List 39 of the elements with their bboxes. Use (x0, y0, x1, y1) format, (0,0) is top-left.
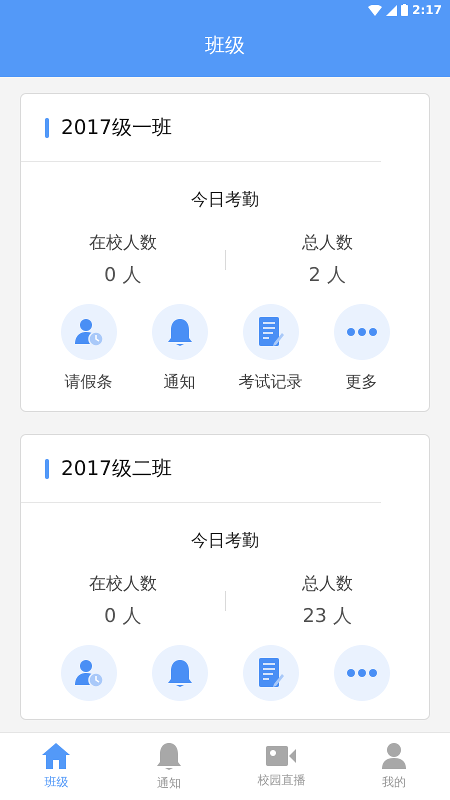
tab-item[interactable]: 通知 (112, 733, 225, 800)
action-label: 通知 (164, 372, 196, 393)
stat-value: 2 人 (308, 263, 346, 288)
person-clock-icon (74, 317, 104, 347)
stat-label: 总人数 (302, 573, 353, 595)
action-label: 请假条 (64, 372, 112, 393)
stat-label: 总人数 (302, 232, 353, 254)
stat-label: 在校人数 (88, 232, 157, 254)
class-name: 2017级二班 (61, 455, 172, 482)
more-icon (346, 668, 378, 678)
battery-icon (401, 4, 408, 16)
stat-label: 在校人数 (88, 573, 157, 595)
tab-item[interactable]: 班级 (0, 733, 112, 800)
video-camera-icon (265, 744, 298, 768)
bell-icon (154, 741, 183, 771)
stat-value: 23 人 (302, 604, 352, 629)
status-time: 2:17 (412, 3, 442, 17)
title-accent-bar (45, 118, 49, 138)
person-icon (380, 742, 408, 770)
document-pencil-icon (256, 657, 284, 689)
page-title: 班级 (204, 32, 246, 59)
document-pencil-icon (256, 316, 284, 348)
person-clock-icon (74, 658, 104, 688)
signal-icon (386, 4, 398, 16)
bell-icon (166, 658, 194, 688)
wifi-icon (368, 4, 382, 16)
title-accent-bar (45, 458, 49, 478)
attendance-title: 今日考勤 (190, 530, 260, 552)
action-label: 考试记录 (238, 372, 302, 393)
tab-item[interactable]: 我的 (338, 733, 450, 800)
action-label: 更多 (346, 372, 378, 393)
home-icon (41, 742, 72, 770)
class-name: 2017级一班 (61, 114, 172, 141)
tab-item[interactable]: 校园直播 (225, 733, 338, 800)
stat-value: 0 人 (104, 263, 142, 288)
stat-value: 0 人 (104, 604, 142, 629)
bell-icon (166, 317, 194, 347)
attendance-title: 今日考勤 (190, 189, 260, 211)
more-icon (346, 327, 378, 337)
